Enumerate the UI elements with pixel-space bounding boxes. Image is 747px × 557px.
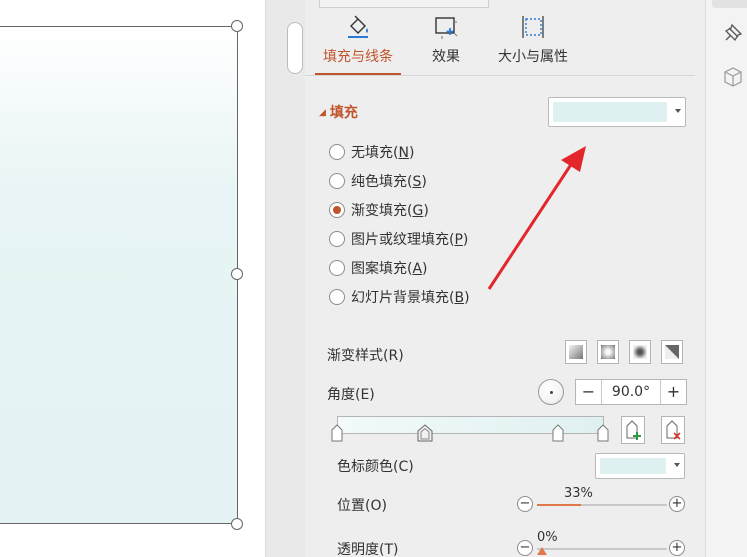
radio-no-fill[interactable]: 无填充(N) <box>329 142 414 162</box>
transparency-label: 透明度(T) <box>337 542 399 557</box>
effects-icon <box>435 17 458 39</box>
radio-picture-texture-fill-label: 图片或纹理填充 <box>351 232 449 248</box>
stop-color-dropdown[interactable] <box>595 453 685 479</box>
resize-handle-bottom-right[interactable] <box>231 518 243 530</box>
stop-color-swatch <box>600 458 666 474</box>
radio-no-fill-circle[interactable] <box>329 144 345 160</box>
linear-gradient-icon <box>569 345 583 359</box>
rectangular-gradient-icon <box>633 345 647 359</box>
slide-canvas <box>0 0 265 557</box>
delete-stop-icon <box>666 420 681 440</box>
position-increase-button[interactable]: + <box>669 496 685 512</box>
fill-bucket-icon <box>348 15 368 38</box>
delete-gradient-stop-button[interactable] <box>661 416 685 444</box>
radio-slide-background-fill-circle[interactable] <box>329 289 345 305</box>
radio-pattern-fill-circle[interactable] <box>329 260 345 276</box>
canvas-scroll-area <box>265 0 305 557</box>
gradient-stop-selected[interactable] <box>417 424 433 442</box>
top-scroll-chip <box>712 0 747 8</box>
tab-effects-label: 效果 <box>432 49 460 65</box>
gradient-style-linear-button[interactable] <box>565 340 587 364</box>
position-value: 33% <box>564 486 593 501</box>
position-slider-fill <box>537 504 581 506</box>
gradient-stop-2[interactable] <box>552 424 564 442</box>
resize-handle-middle-right[interactable] <box>231 268 243 280</box>
radio-gradient-fill-circle[interactable] <box>329 202 345 218</box>
stop-color-label: 色标颜色(C) <box>337 459 414 475</box>
transparency-value: 0% <box>537 530 558 545</box>
gradient-stop-0[interactable] <box>331 424 343 442</box>
gradient-style-radial-button[interactable] <box>597 340 619 364</box>
radio-gradient-fill[interactable]: 渐变填充(G) <box>329 200 429 220</box>
radio-no-fill-label: 无填充 <box>351 145 393 161</box>
fill-section-header[interactable]: ◢ 填充 <box>319 102 358 122</box>
transparency-increase-button[interactable]: + <box>669 540 685 556</box>
gradient-style-path-button[interactable] <box>661 340 683 364</box>
radio-solid-fill-circle[interactable] <box>329 173 345 189</box>
angle-label: 角度(E) <box>327 387 375 403</box>
angle-increase-button[interactable]: + <box>660 380 686 404</box>
tab-fill-and-line-label: 填充与线条 <box>323 49 393 65</box>
add-gradient-stop-button[interactable] <box>621 416 645 444</box>
transparency-slider-track[interactable] <box>537 548 667 550</box>
angle-decrease-button[interactable]: − <box>576 380 602 404</box>
tab-size-and-properties-label: 大小与属性 <box>498 49 568 65</box>
radio-picture-texture-fill[interactable]: 图片或纹理填充(P) <box>329 229 468 249</box>
angle-spinner: − 90.0° + <box>575 379 687 405</box>
cube-icon[interactable] <box>722 66 744 88</box>
collapse-triangle-icon: ◢ <box>319 108 326 118</box>
path-gradient-icon <box>665 345 679 359</box>
radio-slide-background-fill-label: 幻灯片背景填充 <box>351 290 449 306</box>
angle-value[interactable]: 90.0° <box>602 380 660 404</box>
gradient-style-rectangular-button[interactable] <box>629 340 651 364</box>
tab-fill-and-line[interactable]: 填充与线条 <box>319 14 397 66</box>
right-icon-strip <box>705 0 747 557</box>
gradient-style-label: 渐变样式(R) <box>327 348 404 364</box>
panel-top-tab <box>319 0 489 8</box>
format-panel: 填充与线条 效果 大小与属性 ◢ 填充 无填充(N) 纯色填充(S) 渐变填充(G <box>305 0 705 557</box>
transparency-slider-thumb[interactable] <box>537 547 547 555</box>
radial-gradient-icon <box>601 345 615 359</box>
radio-solid-fill-label: 纯色填充 <box>351 174 407 190</box>
selected-shape[interactable] <box>0 26 238 524</box>
vertical-scrollbar-thumb[interactable] <box>287 22 303 74</box>
size-properties-icon <box>522 16 544 38</box>
add-stop-icon <box>626 420 641 440</box>
radio-picture-texture-fill-circle[interactable] <box>329 231 345 247</box>
fill-color-dropdown[interactable] <box>548 97 686 127</box>
gradient-stop-3[interactable] <box>597 424 609 442</box>
radio-solid-fill[interactable]: 纯色填充(S) <box>329 171 427 191</box>
radio-pattern-fill-label: 图案填充 <box>351 261 407 277</box>
resize-handle-top-right[interactable] <box>231 20 243 32</box>
radio-pattern-fill[interactable]: 图案填充(A) <box>329 258 428 278</box>
fill-color-swatch <box>553 102 667 122</box>
position-decrease-button[interactable]: − <box>517 496 533 512</box>
tab-separator <box>305 75 695 76</box>
pin-icon[interactable] <box>722 22 744 44</box>
angle-dial[interactable] <box>538 379 564 405</box>
fill-section-title: 填充 <box>329 105 358 121</box>
chevron-down-icon <box>674 463 680 467</box>
chevron-down-icon <box>675 109 681 113</box>
radio-slide-background-fill[interactable]: 幻灯片背景填充(B) <box>329 287 470 307</box>
position-label: 位置(O) <box>337 498 387 514</box>
radio-gradient-fill-label: 渐变填充 <box>351 203 407 219</box>
tab-effects[interactable]: 效果 <box>423 14 469 66</box>
transparency-decrease-button[interactable]: − <box>517 540 533 556</box>
tab-size-and-properties[interactable]: 大小与属性 <box>493 14 573 66</box>
